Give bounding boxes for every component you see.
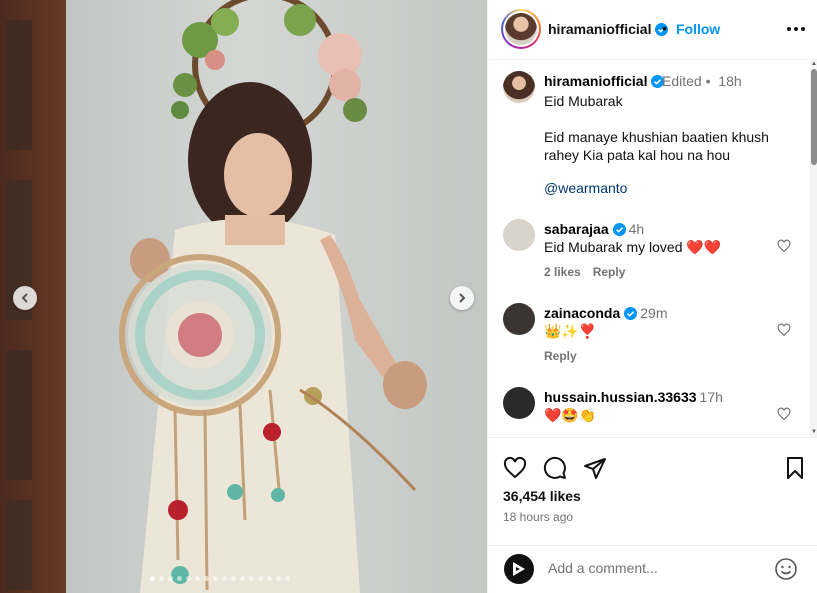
- verified-badge-icon: [612, 223, 626, 236]
- add-comment-input[interactable]: [548, 560, 768, 576]
- comment-time: 29m: [640, 305, 668, 321]
- author-username[interactable]: hiramaniofficial: [548, 21, 669, 37]
- post-media: [0, 0, 487, 593]
- comment-like-heart-icon[interactable]: [777, 323, 791, 337]
- header-separator: •: [662, 20, 667, 36]
- edited-label: Edited: [662, 73, 702, 89]
- carousel-dot[interactable]: [159, 576, 164, 581]
- commenter-avatar[interactable]: [503, 303, 535, 335]
- comments-list[interactable]: hiramaniofficial Edited • 18h Eid Mubara…: [488, 61, 810, 437]
- likes-count[interactable]: 36,454 likes: [503, 488, 581, 504]
- post-details-panel: hiramaniofficial • Follow hiramanioffici…: [487, 0, 817, 593]
- scroll-up-icon[interactable]: ▲: [811, 61, 817, 67]
- next-image-button[interactable]: [450, 286, 474, 310]
- comment-like-heart-icon[interactable]: [777, 239, 791, 253]
- like-heart-icon[interactable]: [503, 456, 527, 480]
- comment-text: Eid Mubarak my loved ❤️❤️: [544, 239, 722, 255]
- brand-logo-icon: [513, 562, 525, 576]
- caption-text: Eid Mubarak Eid manaye khushian baatien …: [544, 92, 794, 164]
- carousel-dot[interactable]: [177, 576, 182, 581]
- more-horizontal-icon[interactable]: [785, 19, 807, 39]
- carousel-dot[interactable]: [276, 576, 281, 581]
- follow-button[interactable]: Follow: [676, 21, 720, 37]
- scroll-thumb[interactable]: [811, 69, 817, 165]
- comment-time: 17h: [699, 389, 723, 405]
- previous-image-button[interactable]: [13, 286, 37, 310]
- comment-text: ❤️🤩👏: [544, 407, 597, 423]
- commenter-username[interactable]: sabarajaa 4h: [544, 221, 644, 237]
- reply-button[interactable]: Reply: [544, 349, 577, 363]
- carousel-dot[interactable]: [213, 576, 218, 581]
- carousel-dot[interactable]: [150, 576, 155, 581]
- caption-mention-link[interactable]: @wearmanto: [544, 180, 627, 196]
- comment-like-heart-icon[interactable]: [777, 407, 791, 421]
- carousel-dot[interactable]: [285, 576, 290, 581]
- post-actions: 36,454 likes 18 hours ago: [488, 437, 817, 545]
- commenter-avatar[interactable]: [503, 387, 535, 419]
- chevron-left-icon: [21, 293, 28, 303]
- emoji-icon[interactable]: [774, 557, 798, 581]
- comment-item: zainaconda 29m 👑✨❣️ Reply: [488, 303, 810, 387]
- carousel-dot[interactable]: [240, 576, 245, 581]
- save-bookmark-icon[interactable]: [783, 456, 807, 480]
- post-header: hiramaniofficial • Follow: [488, 0, 817, 60]
- commenter-avatar[interactable]: [503, 219, 535, 251]
- carousel-dot[interactable]: [249, 576, 254, 581]
- comment-item: sabarajaa 4h Eid Mubarak my loved ❤️❤️ 2 li…: [488, 219, 810, 303]
- carousel-dot[interactable]: [231, 576, 236, 581]
- carousel-dot[interactable]: [168, 576, 173, 581]
- comment-actions: 2 likes Reply: [544, 265, 637, 279]
- add-comment-bar: [488, 545, 817, 593]
- share-paper-plane-icon[interactable]: [583, 456, 607, 480]
- comment-bubble-icon[interactable]: [543, 456, 567, 480]
- chevron-right-icon: [459, 293, 466, 303]
- comment-item: hussain.hussian.33633 17h ❤️🤩👏: [488, 387, 810, 437]
- carousel-indicator: [150, 576, 290, 581]
- comments-scrollbar[interactable]: ▲ ▼: [810, 61, 817, 437]
- carousel-dot[interactable]: [204, 576, 209, 581]
- comment-actions: Reply: [544, 349, 589, 363]
- scroll-down-icon[interactable]: ▼: [811, 429, 817, 435]
- comment-text: 👑✨❣️: [544, 323, 597, 339]
- author-avatar[interactable]: [501, 9, 541, 49]
- post-time-ago: 18 hours ago: [503, 510, 574, 524]
- caption-username[interactable]: hiramaniofficial: [544, 73, 665, 89]
- comment-time: 4h: [628, 221, 645, 237]
- carousel-dot[interactable]: [267, 576, 272, 581]
- post-photo: [0, 0, 487, 593]
- caption-line: Eid manaye khushian baatien khush rahey …: [544, 129, 769, 163]
- reply-button[interactable]: Reply: [593, 265, 626, 279]
- commenter-username[interactable]: hussain.hussian.33633 17h: [544, 389, 723, 405]
- verified-badge-icon: [624, 307, 638, 320]
- caption-author-avatar[interactable]: [503, 71, 535, 103]
- caption-time: 18h: [718, 73, 742, 89]
- carousel-dot[interactable]: [258, 576, 263, 581]
- carousel-dot[interactable]: [222, 576, 227, 581]
- comment-likes[interactable]: 2 likes: [544, 265, 581, 279]
- commenter-username[interactable]: zainaconda 29m: [544, 305, 667, 321]
- current-user-avatar: [504, 554, 534, 584]
- caption-meta: Edited • 18h: [662, 73, 742, 89]
- carousel-dot[interactable]: [195, 576, 200, 581]
- caption-line: Eid Mubarak: [544, 93, 623, 109]
- carousel-dot[interactable]: [186, 576, 191, 581]
